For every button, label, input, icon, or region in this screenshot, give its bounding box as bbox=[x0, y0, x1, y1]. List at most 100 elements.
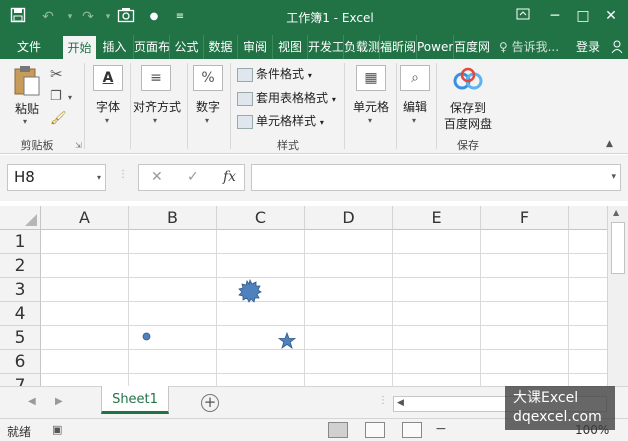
ribbon-display-options-icon[interactable] bbox=[510, 4, 536, 28]
vertical-scrollbar[interactable]: ▲ bbox=[607, 206, 628, 386]
alignment-dropdown-icon[interactable]: ▾ bbox=[153, 116, 157, 125]
page-break-view-button[interactable] bbox=[402, 422, 422, 438]
row-header-2[interactable]: 2 bbox=[0, 254, 41, 278]
tab-home[interactable]: 开始 bbox=[63, 36, 96, 59]
expand-formula-bar-icon[interactable]: ▾ bbox=[611, 172, 616, 182]
column-header-c[interactable]: C bbox=[217, 206, 305, 230]
tab-foxit[interactable]: 福昕阅 bbox=[379, 35, 416, 59]
save-to-baidu-line1[interactable]: 保存到 bbox=[440, 99, 496, 116]
minimize-button[interactable]: ─ bbox=[542, 4, 568, 28]
column-header-a[interactable]: A bbox=[41, 206, 129, 230]
insert-function-icon[interactable]: fx bbox=[223, 169, 236, 185]
paste-button[interactable]: 粘贴 bbox=[12, 100, 42, 117]
share-icon[interactable] bbox=[608, 35, 626, 59]
row-header-1[interactable]: 1 bbox=[0, 230, 41, 254]
star-shape[interactable] bbox=[278, 332, 296, 349]
styles-group-label: 样式 bbox=[277, 139, 299, 152]
tab-data[interactable]: 数据 bbox=[203, 35, 237, 59]
cell-styles-button[interactable]: 单元格样式 ▾ bbox=[237, 112, 324, 129]
page-layout-view-button[interactable] bbox=[365, 422, 385, 438]
name-box[interactable]: H8 ▾ bbox=[7, 164, 106, 191]
cells-dropdown-icon[interactable]: ▾ bbox=[368, 116, 372, 125]
scroll-up-icon[interactable]: ▲ bbox=[613, 208, 619, 217]
tab-file[interactable]: 文件 bbox=[8, 35, 50, 59]
save-to-baidu-line2[interactable]: 百度网盘 bbox=[440, 115, 496, 132]
starburst-shape[interactable] bbox=[238, 279, 262, 303]
paste-icon[interactable] bbox=[13, 65, 41, 97]
font-button[interactable]: 字体 bbox=[89, 98, 127, 115]
column-header-e[interactable]: E bbox=[393, 206, 481, 230]
cancel-icon[interactable]: ✕ bbox=[151, 169, 163, 185]
clipboard-launcher-icon[interactable]: ⇲ bbox=[75, 141, 82, 150]
dot-shape[interactable] bbox=[142, 332, 151, 341]
customize-qat-icon[interactable]: ≡ bbox=[170, 7, 190, 27]
zoom-out-icon[interactable]: − bbox=[435, 421, 447, 437]
font-icon[interactable]: A bbox=[93, 65, 123, 91]
scroll-left-icon[interactable]: ◀ bbox=[397, 398, 404, 408]
save-icon[interactable] bbox=[8, 7, 28, 27]
tab-power[interactable]: Power bbox=[416, 35, 453, 59]
undo-dropdown-icon[interactable]: ▾ bbox=[60, 7, 80, 27]
sheet-tab-sheet1[interactable]: Sheet1 bbox=[101, 386, 169, 414]
row-header-6[interactable]: 6 bbox=[0, 350, 41, 374]
row-header-4[interactable]: 4 bbox=[0, 302, 41, 326]
row-header-7[interactable]: 7 bbox=[0, 374, 41, 386]
redo-dropdown-icon[interactable]: ▾ bbox=[98, 7, 118, 27]
cells-button[interactable]: 单元格 bbox=[347, 98, 395, 115]
collapse-ribbon-icon[interactable]: ▲ bbox=[606, 139, 613, 149]
add-sheet-icon[interactable]: + bbox=[201, 394, 219, 412]
save-group-label: 保存 bbox=[457, 139, 479, 152]
format-as-table-button[interactable]: 套用表格格式 ▾ bbox=[237, 89, 336, 106]
touch-mode-icon[interactable]: ● bbox=[144, 7, 164, 27]
font-dropdown-icon[interactable]: ▾ bbox=[105, 116, 109, 125]
conditional-formatting-button[interactable]: 条件格式 ▾ bbox=[237, 65, 312, 82]
editing-button[interactable]: 编辑 bbox=[396, 98, 434, 115]
tab-view[interactable]: 视图 bbox=[272, 35, 307, 59]
row-header-3[interactable]: 3 bbox=[0, 278, 41, 302]
tab-developer[interactable]: 开发工 bbox=[307, 35, 343, 59]
column-header-d[interactable]: D bbox=[305, 206, 393, 230]
format-painter-icon[interactable]: 🖌 bbox=[50, 111, 67, 126]
column-header-g[interactable] bbox=[569, 206, 607, 230]
select-all-button[interactable] bbox=[0, 206, 41, 230]
vertical-scroll-thumb[interactable] bbox=[611, 222, 625, 274]
tell-me-search[interactable]: ♀ 告诉我... bbox=[496, 35, 562, 59]
undo-icon[interactable]: ↶ bbox=[38, 7, 58, 27]
prev-sheet-icon[interactable]: ◀ bbox=[28, 396, 36, 407]
copy-icon[interactable]: ❐ bbox=[50, 89, 62, 104]
editing-dropdown-icon[interactable]: ▾ bbox=[412, 116, 416, 125]
cells-icon[interactable]: ▦ bbox=[356, 65, 386, 91]
formula-input[interactable]: ▾ bbox=[251, 164, 621, 191]
cut-icon[interactable]: ✂ bbox=[50, 65, 63, 83]
normal-view-button[interactable] bbox=[328, 422, 348, 438]
paste-dropdown-icon[interactable]: ▾ bbox=[23, 117, 27, 126]
sign-in-link[interactable]: 登录 bbox=[570, 35, 606, 59]
column-header-f[interactable]: F bbox=[481, 206, 569, 230]
worksheet-grid: A B C D E F 1 2 3 4 5 6 7 bbox=[0, 206, 607, 386]
number-dropdown-icon[interactable]: ▾ bbox=[205, 116, 209, 125]
number-button[interactable]: 数字 bbox=[189, 98, 227, 115]
tab-splitter-icon[interactable]: ⋮ bbox=[378, 395, 388, 406]
tab-page-layout[interactable]: 页面布 bbox=[133, 35, 169, 59]
tab-baidu[interactable]: 百度网 bbox=[453, 35, 490, 59]
alignment-icon[interactable]: ≡ bbox=[141, 65, 171, 91]
cell-area[interactable] bbox=[41, 230, 607, 386]
row-header-5[interactable]: 5 bbox=[0, 326, 41, 350]
close-button[interactable]: ✕ bbox=[598, 4, 624, 28]
column-header-b[interactable]: B bbox=[129, 206, 217, 230]
copy-dropdown-icon[interactable]: ▾ bbox=[68, 93, 72, 102]
baidu-cloud-icon[interactable] bbox=[452, 67, 484, 93]
tab-insert[interactable]: 插入 bbox=[98, 35, 131, 59]
enter-icon[interactable]: ✓ bbox=[187, 169, 199, 185]
alignment-button[interactable]: 对齐方式 bbox=[131, 98, 183, 115]
tab-formulas[interactable]: 公式 bbox=[169, 35, 203, 59]
next-sheet-icon[interactable]: ▶ bbox=[55, 396, 63, 407]
maximize-button[interactable]: □ bbox=[570, 4, 596, 28]
tab-load-test[interactable]: 负载测 bbox=[343, 35, 379, 59]
macro-record-icon[interactable]: ▣ bbox=[52, 423, 62, 436]
camera-icon[interactable] bbox=[116, 7, 136, 27]
redo-icon[interactable]: ↷ bbox=[78, 7, 98, 27]
percent-icon[interactable]: % bbox=[193, 65, 223, 91]
search-icon[interactable]: ⌕ bbox=[400, 65, 430, 91]
tab-review[interactable]: 审阅 bbox=[237, 35, 272, 59]
